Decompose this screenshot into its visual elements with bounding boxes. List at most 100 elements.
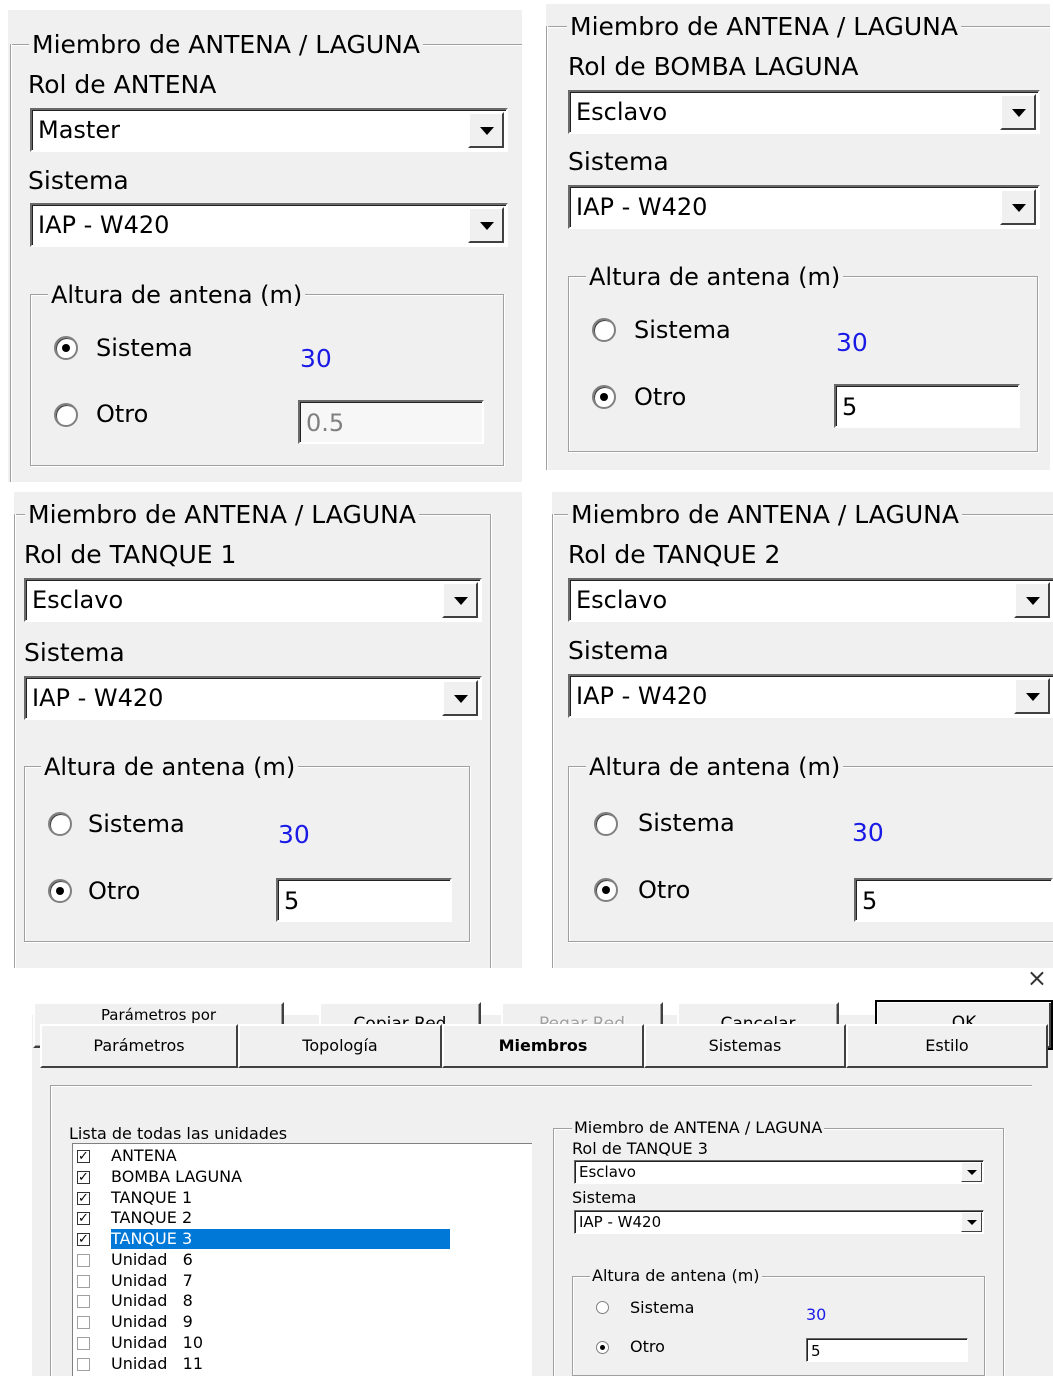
list-item[interactable]: TANQUE 2 [75, 1208, 495, 1229]
list-item[interactable]: Unidad 11 [75, 1354, 495, 1375]
other-height-value: 5 [862, 887, 878, 915]
radio-sistema[interactable] [594, 812, 618, 836]
group-border [10, 44, 12, 482]
role-label: Rol de BOMBA LAGUNA [568, 52, 859, 81]
other-height-value: 5 [284, 887, 300, 915]
list-item[interactable]: Unidad 10 [75, 1333, 495, 1354]
close-icon[interactable]: × [1027, 968, 1047, 992]
other-height-value: 5 [842, 393, 858, 421]
role-label: Rol de ANTENA [28, 70, 217, 99]
list-item[interactable]: ANTENA [75, 1146, 495, 1167]
role-combo[interactable]: Esclavo [568, 578, 1053, 622]
chevron-down-icon[interactable] [961, 1212, 982, 1232]
system-height-value: 30 [300, 344, 332, 373]
radio-otro[interactable] [596, 1341, 609, 1354]
role-combo[interactable]: Master [30, 108, 508, 152]
list-item[interactable]: Unidad 9 [75, 1312, 495, 1333]
system-value: IAP - W420 [576, 193, 708, 221]
radio-otro[interactable] [54, 403, 78, 427]
checkbox[interactable] [77, 1316, 90, 1329]
radio-sistema[interactable] [596, 1301, 609, 1314]
list-item[interactable]: Unidad 8 [75, 1291, 495, 1312]
radio-sistema-label: Sistema [638, 809, 735, 837]
tab-parametros[interactable]: Parámetros [40, 1024, 238, 1068]
tab-sistemas[interactable]: Sistemas [644, 1024, 846, 1068]
radio-sistema-label: Sistema [634, 316, 731, 344]
role-label: Rol de TANQUE 2 [568, 540, 781, 569]
checkbox[interactable] [77, 1358, 90, 1371]
list-item[interactable]: Unidad 6 [75, 1250, 495, 1271]
tab-topologia[interactable]: Topología [238, 1024, 442, 1068]
other-height-value: 5 [811, 1342, 821, 1360]
system-height-value: 30 [806, 1305, 827, 1324]
role-combo[interactable]: Esclavo [574, 1160, 984, 1184]
list-item-label: Unidad 7 [111, 1271, 193, 1290]
height-group-title: Altura de antena (m) [586, 262, 844, 292]
system-combo[interactable]: IAP - W420 [568, 185, 1040, 229]
list-item[interactable]: BOMBA LAGUNA [75, 1167, 495, 1188]
system-combo[interactable]: IAP - W420 [30, 203, 508, 247]
other-height-value: 0.5 [306, 409, 345, 437]
radio-otro[interactable] [594, 878, 618, 902]
radio-otro-label: Otro [96, 400, 149, 428]
list-item-label: Unidad 6 [111, 1250, 193, 1269]
checkbox[interactable] [77, 1295, 90, 1308]
system-height-value: 30 [278, 820, 310, 849]
radio-sistema-label: Sistema [630, 1298, 695, 1317]
radio-sistema[interactable] [48, 812, 72, 836]
radio-otro[interactable] [592, 385, 616, 409]
radio-sistema[interactable] [592, 318, 616, 342]
height-group-title: Altura de antena (m) [48, 280, 306, 310]
other-height-input[interactable]: 5 [806, 1338, 968, 1362]
tab-miembros[interactable]: Miembros [442, 1024, 644, 1068]
panel-bomba-laguna: Miembro de ANTENA / LAGUNA Rol de BOMBA … [546, 4, 1050, 470]
checkbox[interactable] [77, 1147, 90, 1167]
tab-estilo[interactable]: Estilo [846, 1024, 1048, 1068]
role-value: Esclavo [576, 586, 668, 614]
unit-list[interactable]: ANTENA BOMBA LAGUNA TANQUE 1 TANQUE 2 TA… [72, 1143, 532, 1376]
chevron-down-icon[interactable] [1000, 94, 1036, 130]
chevron-down-icon[interactable] [1014, 582, 1050, 618]
role-combo[interactable]: Esclavo [568, 90, 1040, 134]
other-height-input[interactable]: 5 [854, 878, 1053, 922]
system-combo[interactable]: IAP - W420 [574, 1210, 984, 1234]
system-label: Sistema [568, 636, 669, 665]
list-item-label: Unidad 9 [111, 1312, 193, 1331]
checkbox[interactable] [77, 1337, 90, 1350]
group-title: Miembro de ANTENA / LAGUNA [29, 30, 423, 60]
chevron-down-icon[interactable] [1000, 189, 1036, 225]
chevron-down-icon[interactable] [961, 1162, 982, 1182]
checkbox[interactable] [77, 1168, 90, 1188]
height-group-title: Altura de antena (m) [586, 752, 844, 782]
list-item[interactable]: Unidad 7 [75, 1271, 495, 1292]
chevron-down-icon[interactable] [442, 680, 478, 716]
chevron-down-icon[interactable] [1014, 678, 1050, 714]
role-value: Esclavo [32, 586, 124, 614]
checkbox[interactable] [77, 1275, 90, 1288]
system-combo[interactable]: IAP - W420 [568, 674, 1053, 718]
list-item-label: TANQUE 3 [111, 1229, 451, 1249]
panel-tanque-1: Miembro de ANTENA / LAGUNA Rol de TANQUE… [14, 492, 522, 968]
system-combo[interactable]: IAP - W420 [24, 676, 482, 720]
checkbox[interactable] [77, 1209, 90, 1229]
chevron-down-icon[interactable] [468, 112, 504, 148]
system-label: Sistema [568, 147, 669, 176]
other-height-input[interactable]: 5 [276, 878, 452, 922]
role-label: Rol de TANQUE 3 [572, 1139, 708, 1158]
group-border [14, 514, 16, 968]
list-item-selected[interactable]: TANQUE 3 [75, 1229, 500, 1250]
group-border [490, 514, 492, 968]
checkbox[interactable] [77, 1254, 90, 1267]
role-combo[interactable]: Esclavo [24, 578, 482, 622]
list-item-label: TANQUE 1 [111, 1188, 193, 1207]
checkbox[interactable] [77, 1189, 90, 1209]
network-dialog: × Parámetros por defecto Copiar Red Pega… [0, 968, 1053, 1376]
radio-sistema[interactable] [54, 336, 78, 360]
role-value: Esclavo [579, 1163, 636, 1181]
list-item[interactable]: TANQUE 1 [75, 1188, 495, 1209]
other-height-input[interactable]: 5 [834, 384, 1020, 428]
radio-otro[interactable] [48, 879, 72, 903]
checkbox[interactable] [77, 1230, 90, 1250]
chevron-down-icon[interactable] [468, 207, 504, 243]
chevron-down-icon[interactable] [442, 582, 478, 618]
